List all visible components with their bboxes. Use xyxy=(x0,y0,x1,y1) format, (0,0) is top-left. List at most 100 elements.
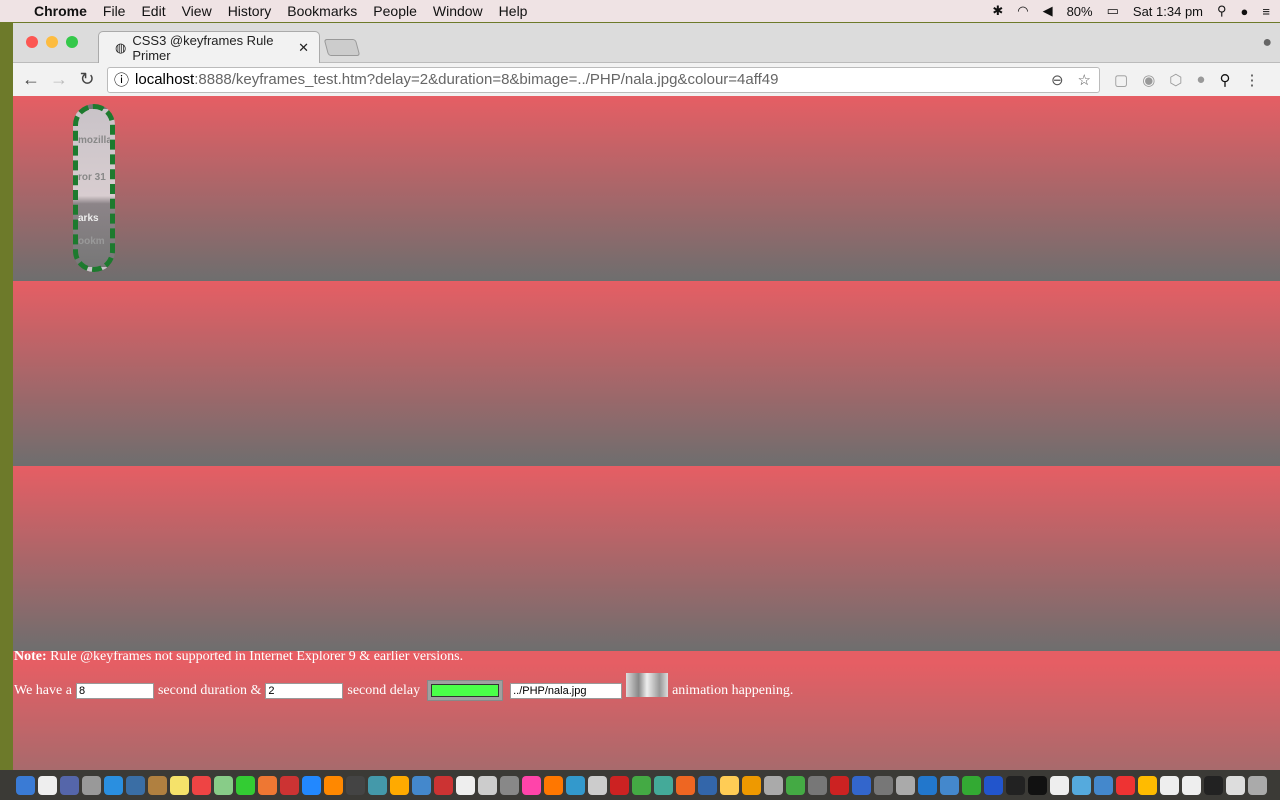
dock-app-icon[interactable] xyxy=(984,775,1003,795)
bluetooth-icon[interactable]: ✱ xyxy=(992,3,1003,19)
dock-app-icon[interactable] xyxy=(500,775,519,795)
menu-help[interactable]: Help xyxy=(499,3,528,19)
dock-app-icon[interactable] xyxy=(588,775,607,795)
menu-bookmarks[interactable]: Bookmarks xyxy=(287,3,357,19)
address-bar[interactable]: ⓘ localhost:8888/keyframes_test.htm?dela… xyxy=(107,66,1100,93)
dock-app-icon[interactable] xyxy=(676,775,695,795)
dock-app-icon[interactable] xyxy=(16,775,35,795)
dock-app-icon[interactable] xyxy=(148,775,167,795)
dock-app-icon[interactable] xyxy=(280,775,299,795)
dock-app-icon[interactable] xyxy=(1182,775,1201,795)
dock-app-icon[interactable] xyxy=(1160,775,1179,795)
dock-app-icon[interactable] xyxy=(346,775,365,795)
dock-app-icon[interactable] xyxy=(1226,775,1245,795)
dock-app-icon[interactable] xyxy=(1204,775,1223,795)
dock-app-icon[interactable] xyxy=(1028,775,1047,795)
dock-app-icon[interactable] xyxy=(632,775,651,795)
menu-people[interactable]: People xyxy=(373,3,417,19)
clock[interactable]: Sat 1:34 pm xyxy=(1133,4,1203,19)
close-tab-icon[interactable]: ✕ xyxy=(298,40,309,56)
dock-app-icon[interactable] xyxy=(368,775,387,795)
dock-app-icon[interactable] xyxy=(1072,775,1091,795)
dock-app-icon[interactable] xyxy=(896,775,915,795)
dock-app-icon[interactable] xyxy=(456,775,475,795)
dock-app-icon[interactable] xyxy=(1116,775,1135,795)
menu-edit[interactable]: Edit xyxy=(141,3,165,19)
extension-icon[interactable]: ⬡ xyxy=(1169,71,1182,89)
label: We have a xyxy=(14,682,72,698)
dock-app-icon[interactable] xyxy=(852,775,871,795)
star-icon[interactable]: ☆ xyxy=(1078,71,1091,89)
dock-app-icon[interactable] xyxy=(566,775,585,795)
dock-app-icon[interactable] xyxy=(830,775,849,795)
dock-app-icon[interactable] xyxy=(1248,775,1267,795)
dock-app-icon[interactable] xyxy=(390,775,409,795)
delay-input[interactable] xyxy=(265,682,344,699)
zoom-out-icon[interactable]: ⊖ xyxy=(1051,71,1064,89)
dock-app-icon[interactable] xyxy=(412,775,431,795)
dock-app-icon[interactable] xyxy=(258,775,277,795)
dock-app-icon[interactable] xyxy=(764,775,783,795)
battery-percent[interactable]: 80% xyxy=(1067,4,1093,19)
duration-input[interactable] xyxy=(75,682,154,699)
dock-app-icon[interactable] xyxy=(126,775,145,795)
menu-app-name[interactable]: Chrome xyxy=(34,3,87,19)
dock-app-icon[interactable] xyxy=(170,775,189,795)
background-image-input[interactable] xyxy=(510,682,623,699)
extension-icon[interactable]: ▢ xyxy=(1114,71,1128,89)
dock-app-icon[interactable] xyxy=(104,775,123,795)
zoom-window-button[interactable] xyxy=(66,36,78,48)
dock-app-icon[interactable] xyxy=(236,775,255,795)
forward-icon[interactable]: → xyxy=(45,69,73,90)
siri-icon[interactable]: ● xyxy=(1241,4,1249,19)
extension-icon[interactable]: ● xyxy=(1196,71,1205,88)
search-extension-icon[interactable]: ⚲ xyxy=(1219,71,1230,89)
dock-app-icon[interactable] xyxy=(478,775,497,795)
notification-icon[interactable]: ≡ xyxy=(1262,4,1270,19)
tab-active[interactable]: ◍ CSS3 @keyframes Rule Primer ✕ xyxy=(98,31,320,63)
dock-app-icon[interactable] xyxy=(214,775,233,795)
info-icon[interactable]: ⓘ xyxy=(114,69,129,90)
close-window-button[interactable] xyxy=(26,36,38,48)
menu-view[interactable]: View xyxy=(182,3,212,19)
dock-app-icon[interactable] xyxy=(82,775,101,795)
dock-app-icon[interactable] xyxy=(1006,775,1025,795)
menu-file[interactable]: File xyxy=(103,3,126,19)
dock-app-icon[interactable] xyxy=(786,775,805,795)
back-icon[interactable]: ← xyxy=(17,69,45,90)
dock-app-icon[interactable] xyxy=(60,775,79,795)
dock-app-icon[interactable] xyxy=(434,775,453,795)
extension-icon[interactable]: ◉ xyxy=(1142,71,1155,89)
colour-picker[interactable] xyxy=(427,680,504,701)
dock-app-icon[interactable] xyxy=(1094,775,1113,795)
dock-app-icon[interactable] xyxy=(38,775,57,795)
dock-app-icon[interactable] xyxy=(918,775,937,795)
dock-app-icon[interactable] xyxy=(698,775,717,795)
dock-app-icon[interactable] xyxy=(522,775,541,795)
spotlight-icon[interactable]: ⚲ xyxy=(1217,3,1227,19)
dock-app-icon[interactable] xyxy=(962,775,981,795)
dock-app-icon[interactable] xyxy=(1050,775,1069,795)
dock-app-icon[interactable] xyxy=(654,775,673,795)
reload-icon[interactable]: ↻ xyxy=(73,69,101,90)
dock-app-icon[interactable] xyxy=(940,775,959,795)
wifi-icon[interactable]: ◠ xyxy=(1017,3,1028,19)
profile-icon[interactable]: ● xyxy=(1262,34,1272,52)
minimize-window-button[interactable] xyxy=(46,36,58,48)
menu-history[interactable]: History xyxy=(228,3,272,19)
dock-app-icon[interactable] xyxy=(1138,775,1157,795)
new-tab-button[interactable] xyxy=(323,39,361,56)
dock-app-icon[interactable] xyxy=(808,775,827,795)
menu-window[interactable]: Window xyxy=(433,3,483,19)
dock-app-icon[interactable] xyxy=(720,775,739,795)
menu-kebab-icon[interactable]: ⋮ xyxy=(1244,71,1259,89)
dock-app-icon[interactable] xyxy=(742,775,761,795)
dock-app-icon[interactable] xyxy=(610,775,629,795)
dock-app-icon[interactable] xyxy=(302,775,321,795)
dock-app-icon[interactable] xyxy=(874,775,893,795)
dock-app-icon[interactable] xyxy=(192,775,211,795)
dock-app-icon[interactable] xyxy=(544,775,563,795)
battery-icon[interactable]: ▭ xyxy=(1107,3,1119,19)
dock-app-icon[interactable] xyxy=(324,775,343,795)
volume-icon[interactable]: ◀ xyxy=(1043,3,1053,19)
